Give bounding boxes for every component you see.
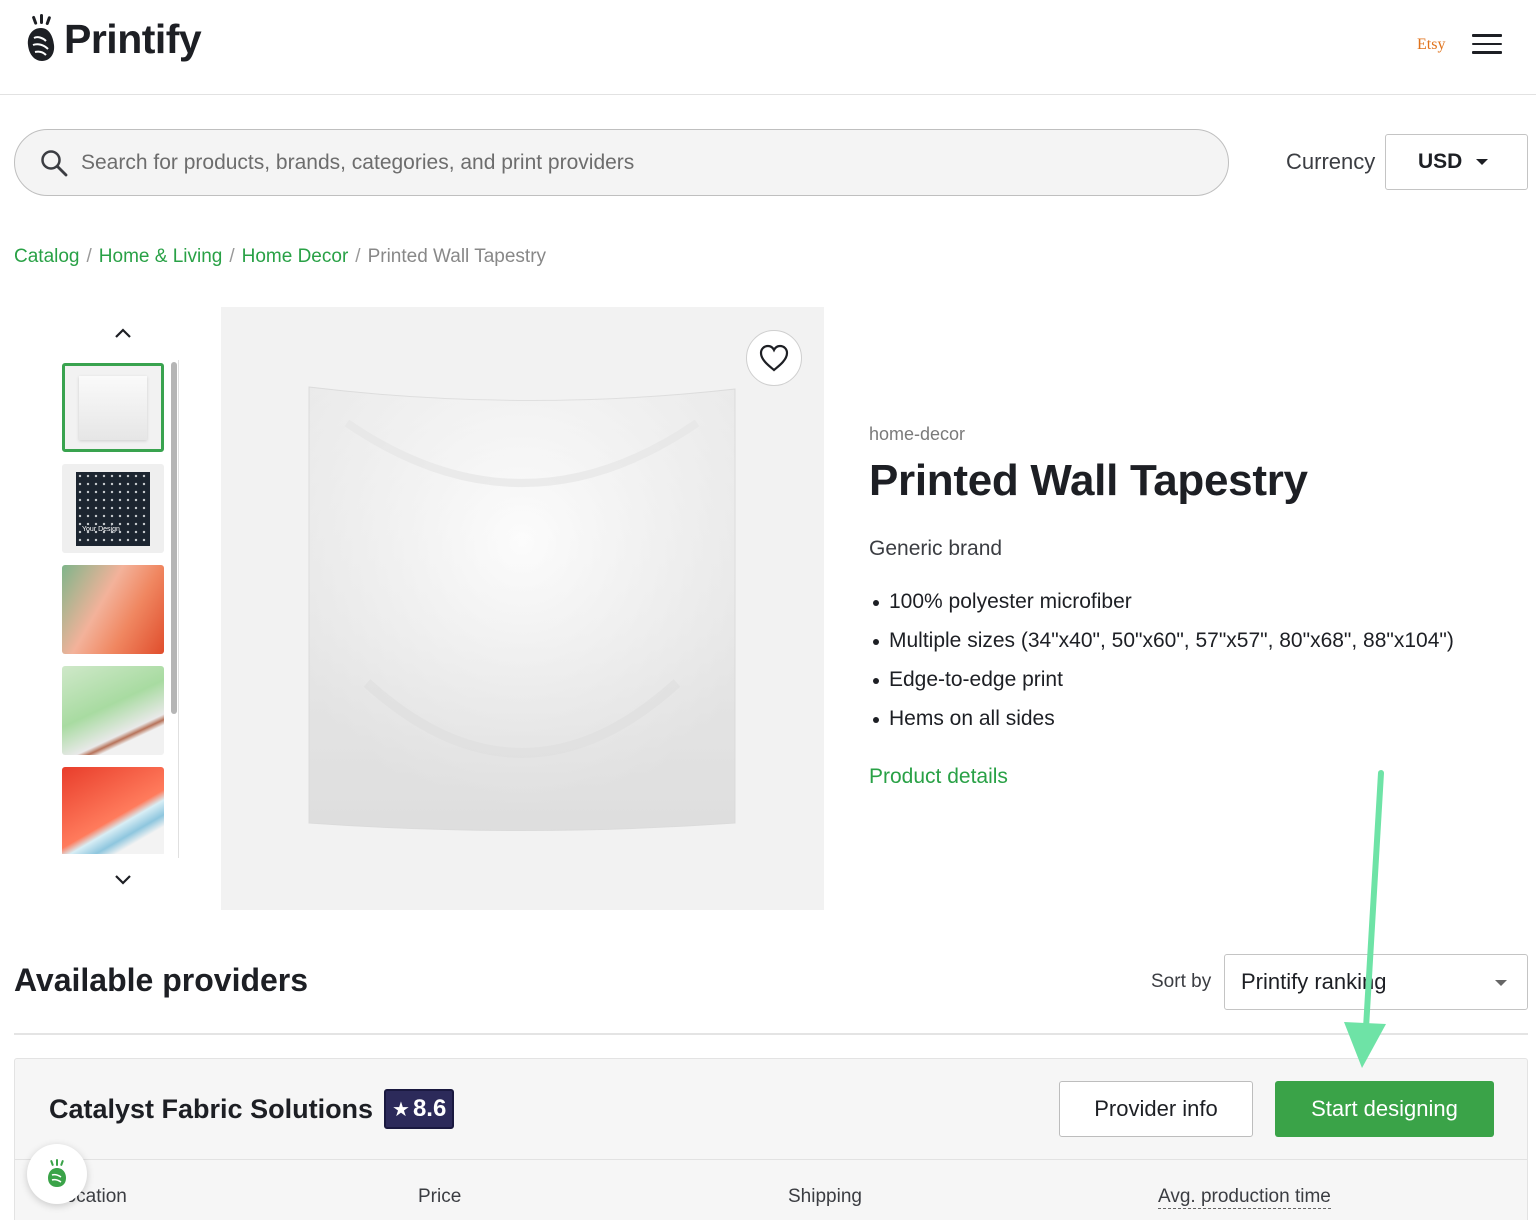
thumbnail-red-fabric[interactable] bbox=[62, 767, 164, 854]
currency-value: USD bbox=[1418, 150, 1463, 173]
breadcrumb-home-living[interactable]: Home & Living bbox=[99, 246, 223, 268]
product-brand: Generic brand bbox=[869, 537, 1003, 560]
breadcrumb: Catalog / Home & Living / Home Decor / P… bbox=[14, 246, 546, 268]
thumbnail-gradient-fabric[interactable] bbox=[62, 565, 164, 654]
star-icon: ★ bbox=[392, 1098, 410, 1121]
providers-heading: Available providers bbox=[14, 962, 309, 998]
etsy-logo[interactable]: Etsy bbox=[1417, 36, 1445, 54]
thumbnail-white-tapestry[interactable] bbox=[62, 363, 164, 452]
feature-text: Hems on all sides bbox=[889, 707, 1055, 730]
feature-item: Edge-to-edge print bbox=[869, 668, 1454, 707]
thumbnail-green-fabric[interactable] bbox=[62, 666, 164, 755]
column-shipping: Shipping bbox=[788, 1186, 862, 1207]
search-input[interactable] bbox=[81, 150, 1181, 175]
sort-value: Printify ranking bbox=[1241, 969, 1387, 994]
product-title: Printed Wall Tapestry bbox=[869, 456, 1308, 505]
sort-select[interactable]: Printify ranking bbox=[1224, 954, 1528, 1010]
product-features: 100% polyester microfiber Multiple sizes… bbox=[869, 590, 1454, 746]
chevron-up-icon[interactable] bbox=[112, 324, 134, 342]
logo-text: Printify bbox=[64, 15, 202, 62]
column-avg-production-time[interactable]: Avg. production time bbox=[1158, 1186, 1331, 1209]
printify-chat-icon bbox=[48, 1159, 66, 1187]
feature-text: Multiple sizes (34"x40", 50"x60", 57"x57… bbox=[889, 629, 1454, 652]
tapestry-image bbox=[308, 386, 736, 831]
breadcrumb-catalog[interactable]: Catalog bbox=[14, 246, 80, 268]
feature-item: 100% polyester microfiber bbox=[869, 590, 1454, 629]
breadcrumb-separator: / bbox=[229, 246, 235, 267]
currency-select[interactable]: USD bbox=[1385, 134, 1528, 190]
rating-value: 8.6 bbox=[412, 1095, 447, 1122]
thumbnail-design-text: Your Design bbox=[82, 526, 120, 533]
thumbnail-list: Your Design bbox=[62, 363, 164, 854]
card-divider bbox=[15, 1159, 1527, 1160]
product-details-link[interactable]: Product details bbox=[869, 765, 1008, 789]
heart-icon bbox=[759, 344, 789, 372]
provider-card: Catalyst Fabric Solutions ★ 8.6 Provider… bbox=[14, 1058, 1528, 1220]
favorite-button[interactable] bbox=[746, 330, 802, 386]
breadcrumb-home-decor[interactable]: Home Decor bbox=[242, 246, 349, 268]
hamburger-menu-icon[interactable] bbox=[1472, 34, 1502, 56]
section-divider bbox=[14, 1033, 1528, 1035]
thumbnail-dark-tapestry[interactable]: Your Design bbox=[62, 464, 164, 553]
sort-by-label: Sort by bbox=[1151, 971, 1212, 992]
rating-badge: ★ 8.6 bbox=[384, 1089, 455, 1129]
breadcrumb-current: Printed Wall Tapestry bbox=[367, 246, 547, 267]
provider-name: Catalyst Fabric Solutions bbox=[49, 1094, 374, 1124]
search-bar[interactable] bbox=[14, 129, 1229, 196]
start-designing-button[interactable]: Start designing bbox=[1275, 1081, 1494, 1137]
breadcrumb-separator: / bbox=[355, 246, 361, 267]
printify-logo-icon bbox=[27, 14, 55, 61]
feature-item: Multiple sizes (34"x40", 50"x60", 57"x57… bbox=[869, 629, 1454, 668]
product-main-image bbox=[221, 307, 824, 910]
currency-label: Currency bbox=[1286, 149, 1376, 174]
chevron-down-icon[interactable] bbox=[112, 871, 134, 889]
chat-button[interactable] bbox=[27, 1144, 87, 1204]
breadcrumb-separator: / bbox=[86, 246, 92, 267]
top-header: Printify Etsy bbox=[0, 0, 1536, 95]
feature-text: 100% polyester microfiber bbox=[889, 590, 1132, 613]
thumbnail-scrollbar[interactable] bbox=[169, 360, 179, 858]
chevron-down-icon bbox=[1495, 980, 1507, 986]
chevron-down-icon bbox=[1476, 159, 1489, 165]
feature-item: Hems on all sides bbox=[869, 707, 1454, 746]
provider-info-button[interactable]: Provider info bbox=[1059, 1081, 1253, 1137]
printify-logo[interactable]: Printify bbox=[24, 14, 202, 64]
column-price: Price bbox=[418, 1186, 462, 1207]
product-category: home-decor bbox=[869, 424, 966, 444]
search-icon bbox=[41, 149, 68, 176]
scrollbar-handle[interactable] bbox=[171, 362, 177, 714]
feature-text: Edge-to-edge print bbox=[889, 668, 1063, 691]
